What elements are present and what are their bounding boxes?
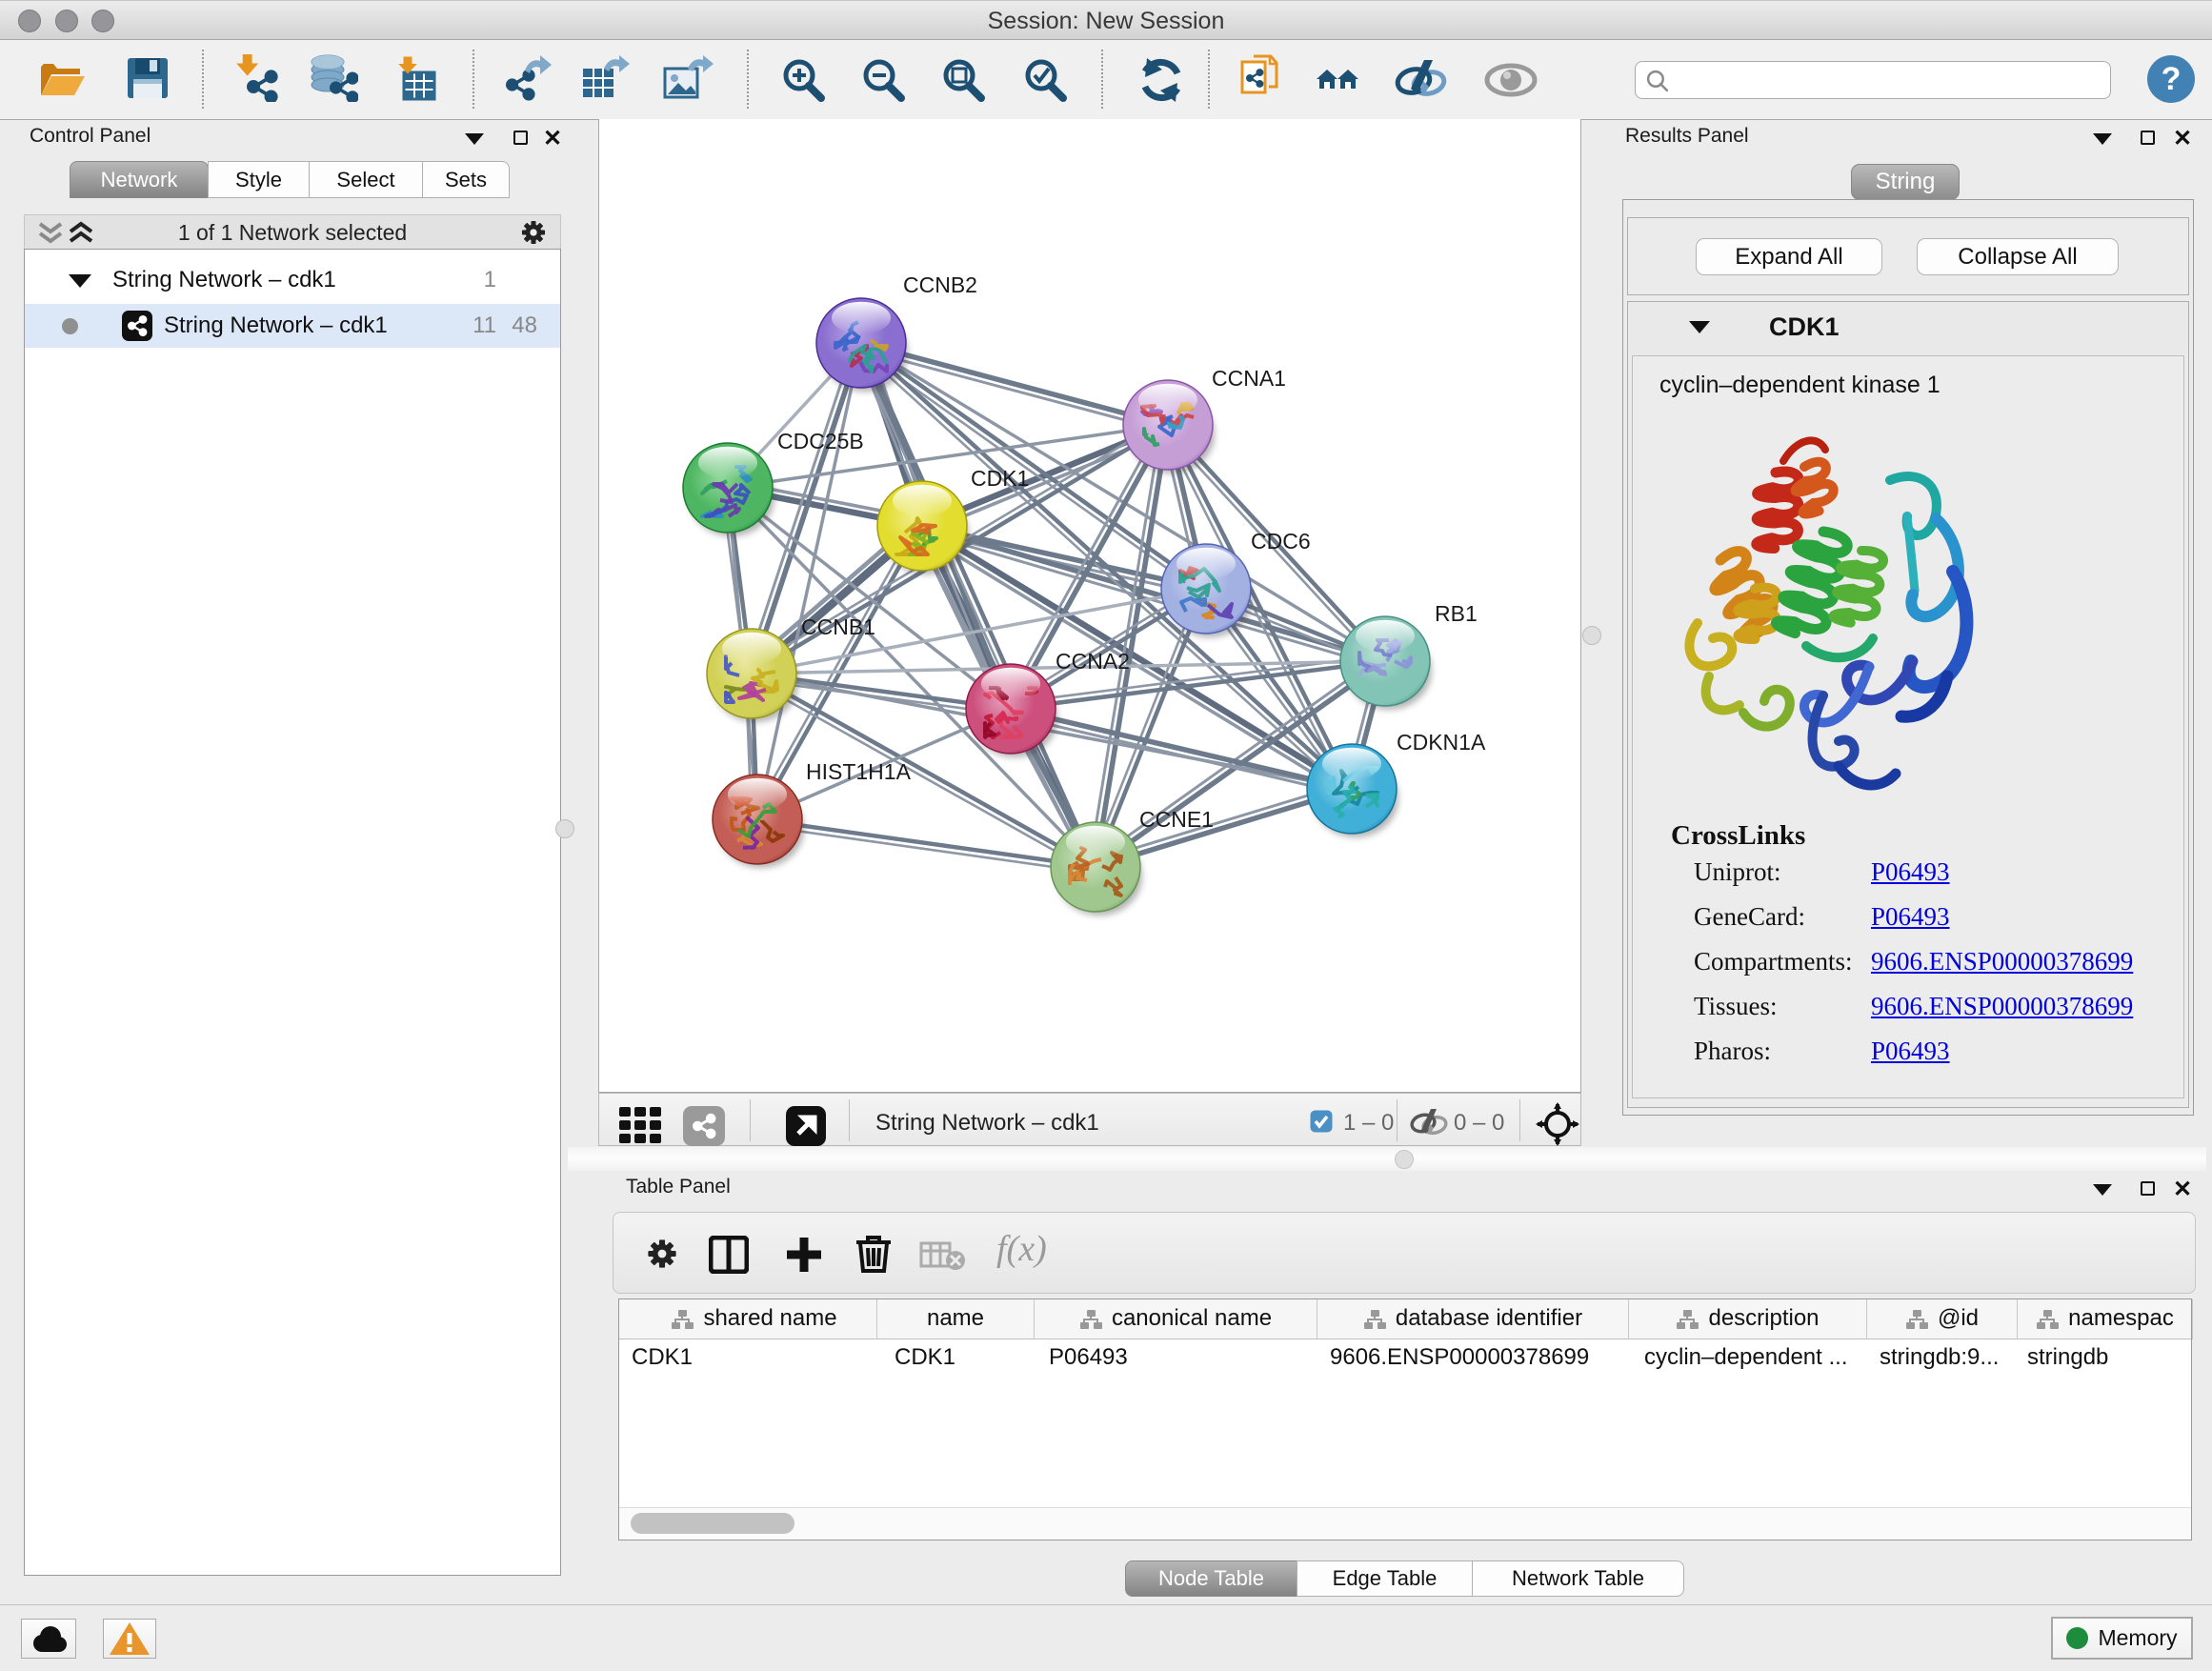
svg-text:CCNE1: CCNE1 <box>1139 807 1214 832</box>
svg-text:CDC25B: CDC25B <box>777 429 864 453</box>
svg-text:CDK1: CDK1 <box>971 466 1029 491</box>
svg-text:CDKN1A: CDKN1A <box>1397 730 1486 755</box>
svg-text:CCNA1: CCNA1 <box>1212 366 1286 391</box>
svg-text:RB1: RB1 <box>1435 601 1478 626</box>
svg-text:CCNB2: CCNB2 <box>903 272 977 297</box>
svg-text:CDC6: CDC6 <box>1251 529 1311 554</box>
svg-text:CCNB1: CCNB1 <box>801 614 875 639</box>
svg-text:HIST1H1A: HIST1H1A <box>806 759 912 784</box>
svg-text:CCNA2: CCNA2 <box>1056 649 1130 674</box>
